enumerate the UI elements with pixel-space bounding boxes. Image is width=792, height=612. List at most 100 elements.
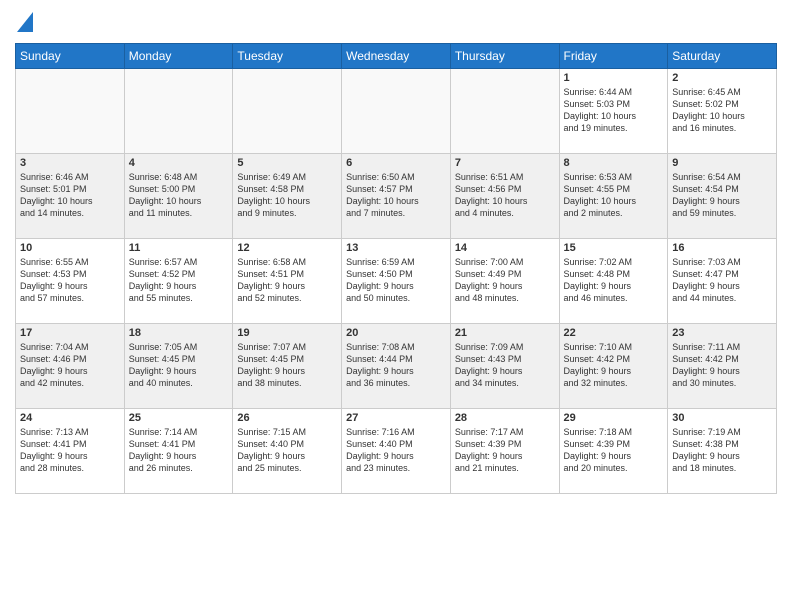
day-number: 11 [129, 242, 229, 254]
day-number: 19 [237, 327, 337, 339]
cell-content: Sunrise: 7:04 AM Sunset: 4:46 PM Dayligh… [20, 341, 120, 390]
logo-triangle-icon [17, 12, 33, 32]
day-number: 10 [20, 242, 120, 254]
cell-content: Sunrise: 6:55 AM Sunset: 4:53 PM Dayligh… [20, 256, 120, 305]
calendar-cell: 12 Sunrise: 6:58 AM Sunset: 4:51 PM Dayli… [233, 239, 342, 324]
cell-content: Sunrise: 6:58 AM Sunset: 4:51 PM Dayligh… [237, 256, 337, 305]
calendar-cell: 3 Sunrise: 6:46 AM Sunset: 5:01 PM Daylig… [16, 154, 125, 239]
day-number: 4 [129, 157, 229, 169]
day-number: 8 [564, 157, 664, 169]
weekday-header-monday: Monday [124, 44, 233, 69]
weekday-header-wednesday: Wednesday [342, 44, 451, 69]
day-number: 15 [564, 242, 664, 254]
week-row-2: 3 Sunrise: 6:46 AM Sunset: 5:01 PM Daylig… [16, 154, 777, 239]
cell-content: Sunrise: 7:10 AM Sunset: 4:42 PM Dayligh… [564, 341, 664, 390]
weekday-header-sunday: Sunday [16, 44, 125, 69]
calendar-cell: 4 Sunrise: 6:48 AM Sunset: 5:00 PM Daylig… [124, 154, 233, 239]
calendar: SundayMondayTuesdayWednesdayThursdayFrid… [15, 43, 777, 494]
cell-content: Sunrise: 6:54 AM Sunset: 4:54 PM Dayligh… [672, 171, 772, 220]
day-number: 29 [564, 412, 664, 424]
cell-content: Sunrise: 7:13 AM Sunset: 4:41 PM Dayligh… [20, 426, 120, 475]
day-number: 27 [346, 412, 446, 424]
calendar-cell: 22 Sunrise: 7:10 AM Sunset: 4:42 PM Dayli… [559, 324, 668, 409]
calendar-cell: 13 Sunrise: 6:59 AM Sunset: 4:50 PM Dayli… [342, 239, 451, 324]
header [15, 10, 777, 37]
calendar-cell: 18 Sunrise: 7:05 AM Sunset: 4:45 PM Dayli… [124, 324, 233, 409]
week-row-3: 10 Sunrise: 6:55 AM Sunset: 4:53 PM Dayli… [16, 239, 777, 324]
day-number: 3 [20, 157, 120, 169]
day-number: 24 [20, 412, 120, 424]
cell-content: Sunrise: 7:00 AM Sunset: 4:49 PM Dayligh… [455, 256, 555, 305]
day-number: 26 [237, 412, 337, 424]
day-number: 2 [672, 72, 772, 84]
logo [15, 10, 33, 37]
day-number: 12 [237, 242, 337, 254]
calendar-cell: 11 Sunrise: 6:57 AM Sunset: 4:52 PM Dayli… [124, 239, 233, 324]
day-number: 23 [672, 327, 772, 339]
day-number: 6 [346, 157, 446, 169]
day-number: 30 [672, 412, 772, 424]
day-number: 18 [129, 327, 229, 339]
calendar-cell: 6 Sunrise: 6:50 AM Sunset: 4:57 PM Daylig… [342, 154, 451, 239]
day-number: 5 [237, 157, 337, 169]
day-number: 1 [564, 72, 664, 84]
week-row-1: 1 Sunrise: 6:44 AM Sunset: 5:03 PM Daylig… [16, 69, 777, 154]
day-number: 28 [455, 412, 555, 424]
day-number: 16 [672, 242, 772, 254]
cell-content: Sunrise: 7:03 AM Sunset: 4:47 PM Dayligh… [672, 256, 772, 305]
calendar-cell: 17 Sunrise: 7:04 AM Sunset: 4:46 PM Dayli… [16, 324, 125, 409]
calendar-cell: 26 Sunrise: 7:15 AM Sunset: 4:40 PM Dayli… [233, 409, 342, 494]
weekday-header-friday: Friday [559, 44, 668, 69]
calendar-cell: 29 Sunrise: 7:18 AM Sunset: 4:39 PM Dayli… [559, 409, 668, 494]
cell-content: Sunrise: 7:19 AM Sunset: 4:38 PM Dayligh… [672, 426, 772, 475]
cell-content: Sunrise: 6:46 AM Sunset: 5:01 PM Dayligh… [20, 171, 120, 220]
calendar-cell: 16 Sunrise: 7:03 AM Sunset: 4:47 PM Dayli… [668, 239, 777, 324]
cell-content: Sunrise: 6:53 AM Sunset: 4:55 PM Dayligh… [564, 171, 664, 220]
week-row-4: 17 Sunrise: 7:04 AM Sunset: 4:46 PM Dayli… [16, 324, 777, 409]
calendar-cell: 7 Sunrise: 6:51 AM Sunset: 4:56 PM Daylig… [450, 154, 559, 239]
cell-content: Sunrise: 7:07 AM Sunset: 4:45 PM Dayligh… [237, 341, 337, 390]
day-number: 13 [346, 242, 446, 254]
page: SundayMondayTuesdayWednesdayThursdayFrid… [0, 0, 792, 504]
day-number: 9 [672, 157, 772, 169]
cell-content: Sunrise: 6:48 AM Sunset: 5:00 PM Dayligh… [129, 171, 229, 220]
cell-content: Sunrise: 6:45 AM Sunset: 5:02 PM Dayligh… [672, 86, 772, 135]
weekday-header-thursday: Thursday [450, 44, 559, 69]
day-number: 21 [455, 327, 555, 339]
calendar-cell [233, 69, 342, 154]
calendar-cell [450, 69, 559, 154]
calendar-cell: 28 Sunrise: 7:17 AM Sunset: 4:39 PM Dayli… [450, 409, 559, 494]
calendar-cell: 8 Sunrise: 6:53 AM Sunset: 4:55 PM Daylig… [559, 154, 668, 239]
cell-content: Sunrise: 7:14 AM Sunset: 4:41 PM Dayligh… [129, 426, 229, 475]
day-number: 14 [455, 242, 555, 254]
cell-content: Sunrise: 7:18 AM Sunset: 4:39 PM Dayligh… [564, 426, 664, 475]
cell-content: Sunrise: 7:15 AM Sunset: 4:40 PM Dayligh… [237, 426, 337, 475]
day-number: 20 [346, 327, 446, 339]
calendar-cell [16, 69, 125, 154]
cell-content: Sunrise: 6:57 AM Sunset: 4:52 PM Dayligh… [129, 256, 229, 305]
cell-content: Sunrise: 6:49 AM Sunset: 4:58 PM Dayligh… [237, 171, 337, 220]
calendar-cell: 21Sunrise: 7:09 AM Sunset: 4:43 PM Dayli… [450, 324, 559, 409]
day-number: 7 [455, 157, 555, 169]
calendar-cell: 20 Sunrise: 7:08 AM Sunset: 4:44 PM Dayli… [342, 324, 451, 409]
calendar-cell: 24 Sunrise: 7:13 AM Sunset: 4:41 PM Dayli… [16, 409, 125, 494]
day-number: 22 [564, 327, 664, 339]
calendar-cell: 2 Sunrise: 6:45 AM Sunset: 5:02 PM Daylig… [668, 69, 777, 154]
cell-content: Sunrise: 7:17 AM Sunset: 4:39 PM Dayligh… [455, 426, 555, 475]
cell-content: Sunrise: 6:51 AM Sunset: 4:56 PM Dayligh… [455, 171, 555, 220]
calendar-cell [124, 69, 233, 154]
weekday-header-tuesday: Tuesday [233, 44, 342, 69]
calendar-cell: 23Sunrise: 7:11 AM Sunset: 4:42 PM Dayli… [668, 324, 777, 409]
week-row-5: 24 Sunrise: 7:13 AM Sunset: 4:41 PM Dayli… [16, 409, 777, 494]
calendar-cell: 10 Sunrise: 6:55 AM Sunset: 4:53 PM Dayli… [16, 239, 125, 324]
weekday-header-row: SundayMondayTuesdayWednesdayThursdayFrid… [16, 44, 777, 69]
calendar-cell: 27Sunrise: 7:16 AM Sunset: 4:40 PM Dayli… [342, 409, 451, 494]
cell-content: Sunrise: 6:50 AM Sunset: 4:57 PM Dayligh… [346, 171, 446, 220]
day-number: 17 [20, 327, 120, 339]
cell-content: Sunrise: 7:08 AM Sunset: 4:44 PM Dayligh… [346, 341, 446, 390]
cell-content: Sunrise: 6:44 AM Sunset: 5:03 PM Dayligh… [564, 86, 664, 135]
day-number: 25 [129, 412, 229, 424]
cell-content: Sunrise: 7:05 AM Sunset: 4:45 PM Dayligh… [129, 341, 229, 390]
cell-content: Sunrise: 6:59 AM Sunset: 4:50 PM Dayligh… [346, 256, 446, 305]
calendar-cell: 5 Sunrise: 6:49 AM Sunset: 4:58 PM Daylig… [233, 154, 342, 239]
